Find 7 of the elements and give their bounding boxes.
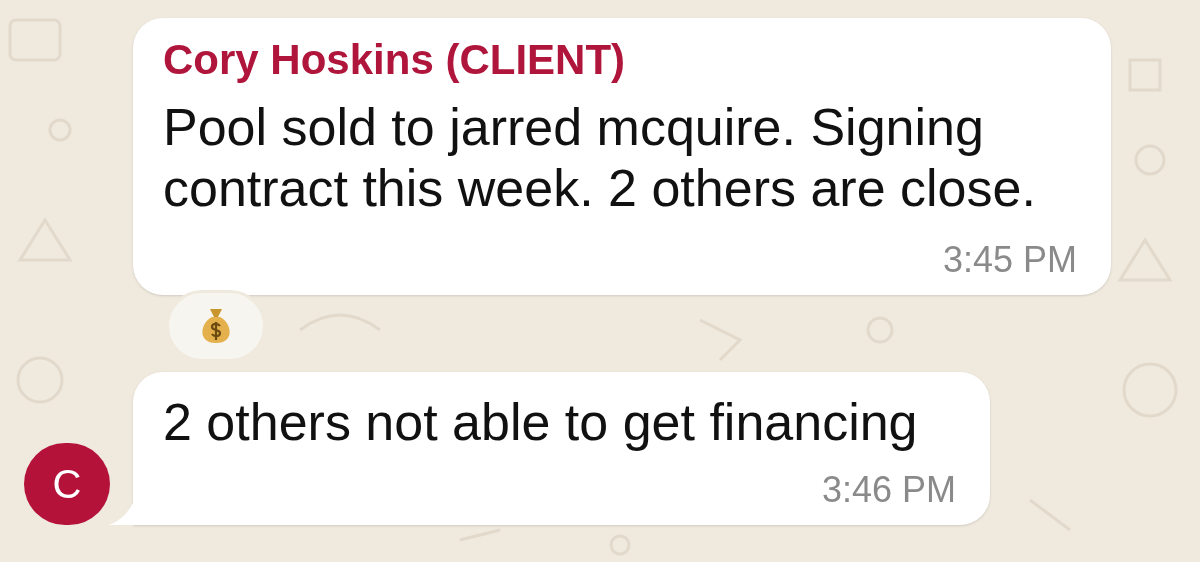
- message-text: 2 others not able to get financing: [163, 392, 919, 453]
- avatar[interactable]: C: [24, 443, 110, 525]
- money-bag-icon: [199, 307, 233, 345]
- message-time: 3:46 PM: [821, 470, 956, 510]
- sender-name: Cory Hoskins (CLIENT): [163, 37, 626, 83]
- message-text: Pool sold to jarred mcquire. Signing contract this week. 2 others are close.: [163, 97, 1037, 219]
- message-time: 3:45 PM: [942, 240, 1077, 280]
